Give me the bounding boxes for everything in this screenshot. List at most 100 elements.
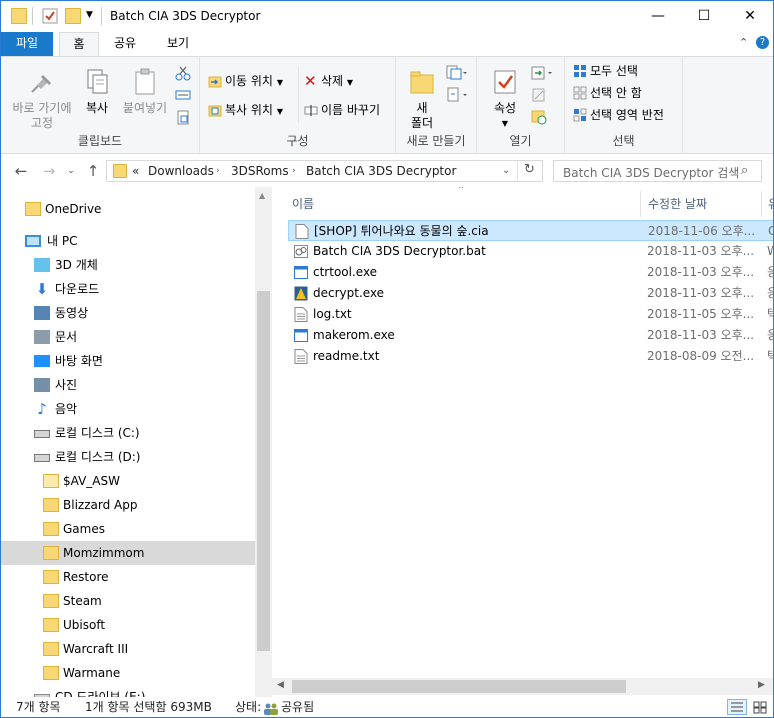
- new-folder-icon[interactable]: [65, 8, 81, 24]
- nav-item[interactable]: CD 드라이브 (E:): [1, 685, 255, 697]
- recent-locations-icon[interactable]: ⌄: [61, 161, 81, 181]
- tab-home[interactable]: 홈: [59, 32, 99, 57]
- scroll-up-icon[interactable]: ▲: [259, 191, 265, 200]
- column-header-name[interactable]: 이름: [292, 191, 314, 217]
- scroll-left-icon[interactable]: ◀: [277, 680, 284, 690]
- nav-item[interactable]: 동영상: [1, 301, 255, 325]
- copy-path-icon[interactable]: [175, 87, 191, 103]
- paste-shortcut-icon[interactable]: [175, 109, 191, 125]
- search-icon[interactable]: ⌕: [741, 163, 748, 178]
- forward-button[interactable]: →: [39, 161, 59, 181]
- column-header-type[interactable]: 유: [768, 191, 773, 217]
- select-none-button[interactable]: 선택 안 함: [573, 83, 642, 103]
- nav-item[interactable]: Blizzard App: [1, 493, 255, 517]
- minimize-button[interactable]: —: [635, 1, 681, 32]
- large-icons-view-icon[interactable]: [751, 699, 769, 715]
- properties-button[interactable]: 속성 ▼: [483, 67, 527, 131]
- details-view-icon[interactable]: [727, 699, 747, 715]
- scroll-thumb[interactable]: [257, 291, 270, 651]
- nav-item[interactable]: Restore: [1, 565, 255, 589]
- copy-to-button[interactable]: 복사 위치 ▼: [208, 100, 283, 120]
- nav-item-label: 내 PC: [47, 234, 78, 248]
- breadcrumb-3dsroms[interactable]: 3DSRoms: [231, 164, 289, 178]
- rename-button[interactable]: 이름 바꾸기: [304, 100, 380, 120]
- nav-item[interactable]: ♪ 음악: [1, 397, 255, 421]
- nav-item[interactable]: Warmane: [1, 661, 255, 685]
- nav-item[interactable]: Warcraft III: [1, 637, 255, 661]
- search-input[interactable]: Batch CIA 3DS Decryptor 검색 ⌕: [553, 160, 762, 182]
- file-row[interactable]: log.txt 2018-11-05 오후... 텍: [288, 304, 773, 325]
- nav-item-label: Warcraft III: [63, 642, 129, 656]
- download-icon: ⬇: [35, 280, 49, 298]
- pin-to-quick-access-button[interactable]: 바로 가기에 고정: [5, 67, 79, 131]
- nav-item[interactable]: 사진: [1, 373, 255, 397]
- nav-item[interactable]: OneDrive: [1, 197, 255, 221]
- collapse-ribbon-icon[interactable]: ⌃: [739, 36, 748, 49]
- scroll-right-icon[interactable]: ▶: [758, 680, 765, 690]
- nav-item-label: Blizzard App: [63, 498, 138, 512]
- nav-item[interactable]: 로컬 디스크 (D:): [1, 445, 255, 469]
- nav-item[interactable]: 내 PC: [1, 229, 255, 253]
- easy-access-icon[interactable]: [446, 87, 468, 103]
- column-separator[interactable]: [761, 191, 762, 217]
- new-item-icon[interactable]: [446, 65, 468, 81]
- breadcrumb-downloads[interactable]: Downloads: [148, 164, 214, 178]
- nav-item[interactable]: Games: [1, 517, 255, 541]
- up-button[interactable]: ↑: [83, 161, 103, 181]
- address-dropdown-icon[interactable]: ⌄: [502, 165, 510, 176]
- file-row[interactable]: decrypt.exe 2018-11-03 오후... 응: [288, 283, 773, 304]
- navigation-pane: OneDrive 내 PC 3D 개체 ⬇ 다운로드 동영상 문서 바탕 화면 사진 ♪ 음악 로컬 …: [1, 187, 271, 697]
- cut-icon[interactable]: [175, 65, 191, 81]
- nav-item[interactable]: Ubisoft: [1, 613, 255, 637]
- file-horizontal-scrollbar[interactable]: ◀ ▶: [272, 678, 773, 695]
- breadcrumb-current-folder[interactable]: Batch CIA 3DS Decryptor: [306, 164, 456, 178]
- file-row[interactable]: [SHOP] 튀어나와요 동물의 숲.cia 2018-11-06 오후... C: [288, 220, 773, 241]
- file-name: decrypt.exe: [313, 286, 385, 300]
- nav-item[interactable]: Momzimmom: [1, 541, 255, 565]
- nav-item[interactable]: ⬇ 다운로드: [1, 277, 255, 301]
- refresh-icon[interactable]: ↻: [524, 162, 535, 177]
- divider: [101, 7, 102, 25]
- file-type: W: [767, 241, 773, 262]
- nav-item[interactable]: $AV_ASW: [1, 469, 255, 493]
- address-overflow[interactable]: «: [132, 164, 139, 178]
- history-icon[interactable]: [531, 109, 547, 125]
- file-name: ctrtool.exe: [313, 265, 378, 279]
- scroll-thumb[interactable]: [292, 680, 626, 693]
- customize-quick-access-icon[interactable]: ▼: [86, 10, 102, 26]
- file-row[interactable]: ctrtool.exe 2018-11-03 오후... 응: [288, 262, 773, 283]
- file-row[interactable]: makerom.exe 2018-11-03 오후... 응: [288, 325, 773, 346]
- desktop-icon: [34, 355, 50, 367]
- column-separator[interactable]: [640, 191, 641, 217]
- open-icon[interactable]: [531, 65, 553, 81]
- column-header-date[interactable]: 수정한 날짜: [648, 191, 707, 217]
- file-row[interactable]: readme.txt 2018-08-09 오전... 텍: [288, 346, 773, 367]
- nav-item[interactable]: 문서: [1, 325, 255, 349]
- help-icon[interactable]: ?: [756, 36, 769, 49]
- file-list: ⌃ 이름 수정한 날짜 유 [SHOP] 튀어나와요 동물의 숲.cia 2018…: [272, 187, 773, 697]
- edit-icon[interactable]: [531, 87, 547, 103]
- tab-view[interactable]: 보기: [154, 32, 202, 56]
- back-button[interactable]: ←: [11, 161, 31, 181]
- close-button[interactable]: ✕: [727, 1, 773, 32]
- tab-file[interactable]: 파일: [1, 32, 53, 56]
- paste-button[interactable]: 붙여넣기: [117, 67, 173, 116]
- copy-button[interactable]: 복사: [77, 67, 117, 116]
- maximize-button[interactable]: ☐: [681, 1, 727, 32]
- nav-item[interactable]: 로컬 디스크 (C:): [1, 421, 255, 445]
- ribbon-group-label: 열기: [509, 134, 532, 148]
- properties-check-icon[interactable]: [42, 8, 58, 24]
- select-all-button[interactable]: 모두 선택: [573, 61, 638, 81]
- nav-item-label: 사진: [55, 378, 78, 392]
- new-folder-button[interactable]: 새 폴더: [400, 67, 444, 131]
- delete-button[interactable]: ✕ 삭제 ▼: [304, 71, 353, 91]
- nav-item[interactable]: 바탕 화면: [1, 349, 255, 373]
- file-row[interactable]: Batch CIA 3DS Decryptor.bat 2018-11-03 오후…: [288, 241, 773, 262]
- invert-selection-button[interactable]: 선택 영역 반전: [573, 105, 664, 125]
- nav-item[interactable]: 3D 개체: [1, 253, 255, 277]
- tab-share[interactable]: 공유: [104, 32, 146, 56]
- address-bar[interactable]: « Downloads › 3DSRoms › Batch CIA 3DS De…: [106, 160, 543, 182]
- nav-vertical-scrollbar[interactable]: ▲: [255, 187, 272, 697]
- move-to-button[interactable]: 이동 위치 ▼: [208, 71, 283, 91]
- nav-item[interactable]: Steam: [1, 589, 255, 613]
